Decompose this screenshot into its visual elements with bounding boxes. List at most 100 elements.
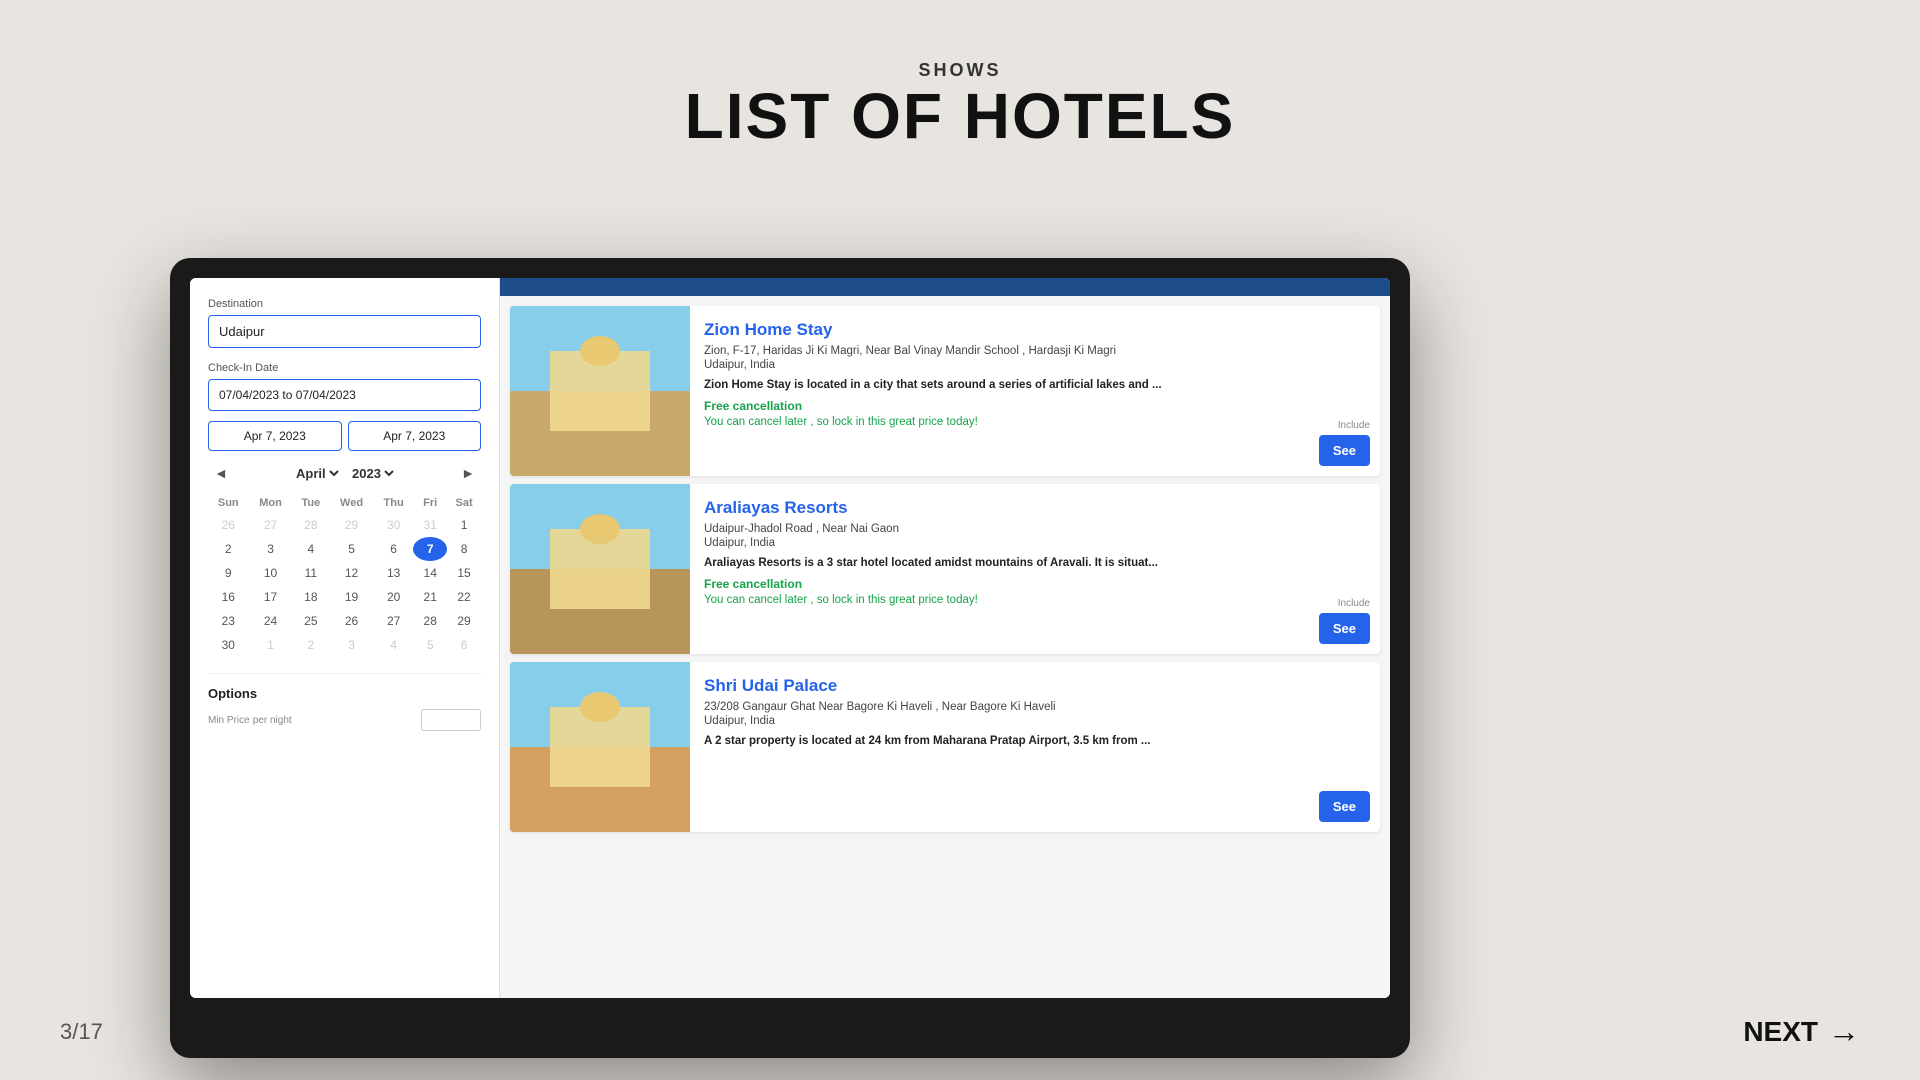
cal-day[interactable]: 29 — [447, 609, 481, 633]
cal-day[interactable]: 8 — [447, 537, 481, 561]
see-button[interactable]: See — [1319, 435, 1370, 466]
includes-label: Include — [1338, 420, 1370, 431]
cancel-note: You can cancel later , so lock in this g… — [704, 594, 1286, 606]
hotel-image — [510, 662, 690, 832]
cal-day[interactable]: 22 — [447, 585, 481, 609]
options-section: Options Min Price per night — [208, 673, 481, 731]
cal-day[interactable]: 28 — [293, 513, 330, 537]
checkin-label: Check-In Date — [208, 362, 481, 374]
destination-label: Destination — [208, 298, 481, 310]
next-arrow-icon: → — [1828, 1013, 1860, 1050]
hotel-city: Udaipur, India — [704, 537, 1286, 549]
see-button[interactable]: See — [1319, 791, 1370, 822]
cal-day[interactable]: 2 — [208, 537, 249, 561]
cal-day[interactable]: 31 — [413, 513, 447, 537]
cal-day[interactable]: 3 — [329, 633, 374, 657]
min-price-row: Min Price per night — [208, 709, 481, 731]
cal-day[interactable]: 12 — [329, 561, 374, 585]
cal-day[interactable]: 11 — [293, 561, 330, 585]
right-header-bar — [500, 278, 1390, 296]
destination-input[interactable] — [208, 315, 481, 348]
cal-day[interactable]: 24 — [249, 609, 293, 633]
cal-day-tue: Tue — [293, 493, 330, 513]
hotel-info: Zion Home Stay Zion, F-17, Haridas Ji Ki … — [690, 306, 1300, 476]
cal-day[interactable]: 10 — [249, 561, 293, 585]
page-title: LIST OF HOTELS — [0, 81, 1920, 151]
hotel-actions: Include See — [1300, 306, 1380, 476]
hotel-name[interactable]: Zion Home Stay — [704, 320, 1286, 340]
hotel-city: Udaipur, India — [704, 359, 1286, 371]
cal-day-thu: Thu — [374, 493, 413, 513]
cal-year-select[interactable]: 2023 — [348, 465, 397, 482]
laptop-screen: Destination Check-In Date 07/04/2023 to … — [190, 278, 1390, 998]
cal-day[interactable]: 5 — [413, 633, 447, 657]
date-to-btn[interactable]: Apr 7, 2023 — [348, 421, 482, 451]
right-panel: Zion Home Stay Zion, F-17, Haridas Ji Ki … — [500, 278, 1390, 998]
cal-day[interactable]: 23 — [208, 609, 249, 633]
cal-day[interactable]: 30 — [208, 633, 249, 657]
cal-prev-btn[interactable]: ◄ — [208, 463, 234, 483]
cal-day[interactable]: 26 — [329, 609, 374, 633]
cal-day[interactable]: 17 — [249, 585, 293, 609]
cal-day[interactable]: 6 — [447, 633, 481, 657]
hotel-address: Zion, F-17, Haridas Ji Ki Magri, Near Ba… — [704, 345, 1286, 357]
cal-day[interactable]: 5 — [329, 537, 374, 561]
cal-day[interactable]: 18 — [293, 585, 330, 609]
free-cancel-label: Free cancellation — [704, 399, 1286, 413]
cal-day[interactable]: 2 — [293, 633, 330, 657]
cal-day[interactable]: 20 — [374, 585, 413, 609]
hotel-info: Shri Udai Palace 23/208 Gangaur Ghat Near… — [690, 662, 1300, 832]
hotel-description: A 2 star property is located at 24 km fr… — [704, 733, 1286, 749]
cal-day[interactable]: 9 — [208, 561, 249, 585]
cal-month-year: April 2023 — [292, 465, 397, 482]
date-buttons: Apr 7, 2023 Apr 7, 2023 — [208, 421, 481, 451]
cal-day[interactable]: 25 — [293, 609, 330, 633]
next-button[interactable]: NEXT → — [1743, 1013, 1860, 1050]
page-indicator: 3/17 — [60, 1019, 103, 1045]
cal-day-sat: Sat — [447, 493, 481, 513]
hotel-address: Udaipur-Jhadol Road , Near Nai Gaon — [704, 523, 1286, 535]
shows-label: SHOWS — [0, 60, 1920, 81]
hotel-city: Udaipur, India — [704, 715, 1286, 727]
date-from-btn[interactable]: Apr 7, 2023 — [208, 421, 342, 451]
cal-grid: Sun Mon Tue Wed Thu Fri Sat 262728293031… — [208, 493, 481, 657]
cal-day[interactable]: 28 — [413, 609, 447, 633]
cal-day[interactable]: 14 — [413, 561, 447, 585]
hotel-image — [510, 306, 690, 476]
cal-day[interactable]: 29 — [329, 513, 374, 537]
options-title: Options — [208, 686, 481, 701]
calendar: ◄ April 2023 ► Sun — [208, 463, 481, 657]
cal-day[interactable]: 19 — [329, 585, 374, 609]
cal-day[interactable]: 15 — [447, 561, 481, 585]
hotel-actions: IncludeSee — [1300, 484, 1380, 654]
see-button[interactable]: See — [1319, 613, 1370, 644]
cal-header: ◄ April 2023 ► — [208, 463, 481, 483]
cal-day[interactable]: 7 — [413, 537, 447, 561]
hotel-card: Shri Udai Palace 23/208 Gangaur Ghat Near… — [510, 662, 1380, 832]
cal-next-btn[interactable]: ► — [455, 463, 481, 483]
cal-day[interactable]: 1 — [249, 633, 293, 657]
left-panel: Destination Check-In Date 07/04/2023 to … — [190, 278, 500, 998]
hotel-name[interactable]: Shri Udai Palace — [704, 676, 1286, 696]
cal-day[interactable]: 4 — [293, 537, 330, 561]
hotel-actions: See — [1300, 662, 1380, 832]
min-price-input[interactable] — [421, 709, 481, 731]
cal-day-fri: Fri — [413, 493, 447, 513]
cal-day[interactable]: 27 — [249, 513, 293, 537]
cal-day[interactable]: 3 — [249, 537, 293, 561]
cal-day[interactable]: 27 — [374, 609, 413, 633]
min-price-label: Min Price per night — [208, 714, 292, 726]
cal-day[interactable]: 4 — [374, 633, 413, 657]
cal-day[interactable]: 26 — [208, 513, 249, 537]
cal-month-select[interactable]: April — [292, 465, 342, 482]
hotel-address: 23/208 Gangaur Ghat Near Bagore Ki Havel… — [704, 701, 1286, 713]
cal-day[interactable]: 6 — [374, 537, 413, 561]
cal-day[interactable]: 21 — [413, 585, 447, 609]
cal-day[interactable]: 30 — [374, 513, 413, 537]
date-range-display: 07/04/2023 to 07/04/2023 — [208, 379, 481, 411]
cal-day-mon: Mon — [249, 493, 293, 513]
cal-day[interactable]: 13 — [374, 561, 413, 585]
cal-day[interactable]: 16 — [208, 585, 249, 609]
hotel-name[interactable]: Araliayas Resorts — [704, 498, 1286, 518]
cal-day[interactable]: 1 — [447, 513, 481, 537]
